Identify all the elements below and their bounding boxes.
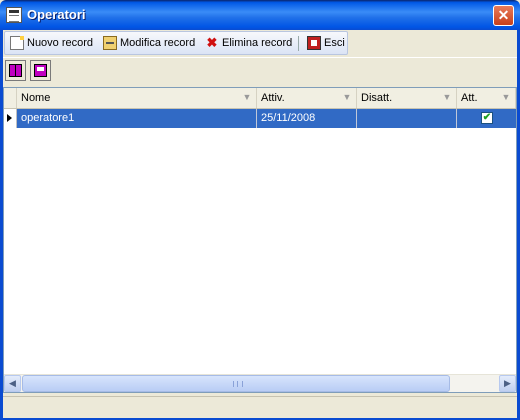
cell-disatt[interactable]: [357, 109, 457, 128]
edit-record-label: Modifica record: [120, 37, 196, 49]
column-header-nome[interactable]: Nome ▼: [17, 88, 257, 108]
secondary-toolbar: [3, 57, 517, 86]
delete-record-button[interactable]: ✖ Elimina record: [205, 34, 293, 52]
row-selector-header: [4, 88, 17, 108]
scroll-grip-icon: [233, 381, 243, 387]
column-header-label: Att.: [461, 92, 478, 104]
edit-record-button[interactable]: Modifica record: [103, 34, 195, 52]
column-header-label: Disatt.: [361, 92, 393, 104]
column-header-label: Attiv.: [261, 92, 285, 104]
exit-icon: [307, 36, 321, 50]
att-checkbox[interactable]: ✔: [481, 112, 493, 124]
current-row-arrow-icon: [7, 114, 12, 122]
scroll-left-button[interactable]: ◀: [4, 375, 21, 392]
grid-header: Nome ▼ Attiv. ▼ Disatt. ▼ Att. ▼: [4, 88, 516, 109]
cell-nome-value: operatore1: [21, 112, 75, 124]
exit-label: Esci: [324, 37, 345, 49]
new-record-icon: [10, 36, 24, 50]
book-icon: [9, 64, 22, 77]
column-header-disatt[interactable]: Disatt. ▼: [357, 88, 457, 108]
cell-attiv[interactable]: 25/11/2008: [257, 109, 357, 128]
scroll-right-button[interactable]: ▶: [499, 375, 516, 392]
title-bar[interactable]: Operatori ✕: [0, 0, 520, 30]
scroll-thumb[interactable]: [22, 375, 450, 392]
column-header-attiv[interactable]: Attiv. ▼: [257, 88, 357, 108]
column-header-label: Nome: [21, 92, 51, 104]
column-header-att[interactable]: Att. ▼: [457, 88, 516, 108]
chevron-down-icon[interactable]: ▼: [499, 90, 513, 105]
new-record-button[interactable]: Nuovo record: [10, 34, 93, 52]
print-button[interactable]: [30, 60, 51, 81]
cell-att[interactable]: ✔: [457, 109, 516, 128]
exit-button[interactable]: Esci: [307, 34, 345, 52]
row-selector[interactable]: [4, 109, 17, 128]
record-toolbar: Nuovo record Modifica record ✖ Elimina r…: [4, 31, 348, 55]
operatori-window: Operatori ✕ Nuovo record Modifica record…: [0, 0, 520, 420]
chevron-down-icon[interactable]: ▼: [440, 90, 454, 105]
table-row[interactable]: operatore1 25/11/2008 ✔: [17, 109, 516, 128]
status-bar: [3, 396, 517, 418]
edit-record-icon: [103, 36, 117, 50]
operators-grid[interactable]: Nome ▼ Attiv. ▼ Disatt. ▼ Att. ▼ operato…: [3, 87, 517, 393]
horizontal-scrollbar[interactable]: ◀ ▶: [4, 374, 516, 392]
window-title: Operatori: [27, 7, 86, 22]
chevron-down-icon[interactable]: ▼: [240, 90, 254, 105]
chevron-down-icon[interactable]: ▼: [340, 90, 354, 105]
close-button[interactable]: ✕: [493, 5, 514, 26]
print-icon: [34, 64, 47, 77]
delete-record-label: Elimina record: [222, 37, 293, 49]
book-button[interactable]: [5, 60, 26, 81]
new-record-label: Nuovo record: [27, 37, 94, 49]
cell-attiv-value: 25/11/2008: [261, 112, 316, 124]
cell-nome[interactable]: operatore1: [17, 109, 257, 128]
toolbar-separator: [298, 36, 299, 51]
delete-record-icon: ✖: [206, 35, 218, 50]
app-icon: [6, 7, 22, 23]
